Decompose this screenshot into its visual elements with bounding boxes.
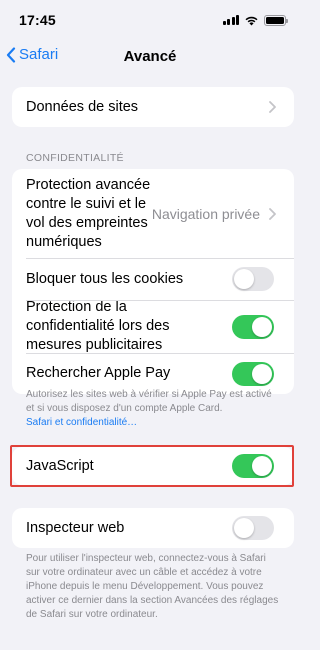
status-icons [222, 14, 288, 26]
web-inspector-row: Inspecteur web [12, 508, 294, 548]
page-title: Avancé [123, 48, 177, 65]
sites-data-row[interactable]: Données de sites [12, 87, 294, 127]
apple-pay-toggle[interactable] [232, 361, 274, 386]
wifi-icon [245, 16, 258, 25]
chevron-right-icon [269, 207, 276, 220]
ad-privacy-toggle[interactable] [232, 314, 274, 339]
block-cookies-toggle[interactable] [232, 267, 274, 291]
block-cookies-row: Bloquer tous les cookies [12, 258, 294, 300]
javascript-row: JavaScript [12, 447, 294, 485]
tracking-protection-label: Protection avancée contre le suivi et le… [26, 176, 151, 250]
apple-pay-footnote: Autorisez les sites web à vérifier si Ap… [26, 388, 282, 430]
ad-privacy-label: Protection de la confidentialité lors de… [26, 299, 170, 353]
sites-data-label: Données de sites [26, 98, 139, 115]
privacy-group: Protection avancée contre le suivi et le… [12, 169, 294, 394]
block-cookies-label: Bloquer tous les cookies [26, 270, 184, 287]
apple-pay-label: Rechercher Apple Pay [26, 365, 171, 381]
privacy-link[interactable]: Safari et confidentialité… [26, 416, 282, 430]
javascript-group: JavaScript [12, 447, 294, 485]
privacy-section-header: CONFIDENTIALITÉ [26, 152, 124, 164]
sites-data-group: Données de sites [12, 87, 294, 127]
cellular-signal-icon [222, 15, 239, 25]
web-inspector-toggle[interactable] [232, 516, 274, 540]
web-inspector-label: Inspecteur web [26, 519, 125, 536]
toggle-knob [252, 316, 272, 337]
web-inspector-footnote: Pour utiliser l'inspecteur web, connecte… [26, 553, 279, 620]
javascript-toggle[interactable] [232, 454, 274, 478]
toggle-knob [252, 456, 272, 476]
javascript-label: JavaScript [26, 457, 94, 474]
web-inspector-group: Inspecteur web [12, 508, 294, 548]
status-bar: 17:45 [0, 0, 300, 36]
toggle-knob [234, 269, 254, 289]
tracking-protection-row[interactable]: Protection avancée contre le suivi et le… [12, 169, 294, 258]
status-time: 17:45 [19, 12, 56, 28]
chevron-right-icon [269, 101, 276, 113]
navigation-bar: Safari Avancé [0, 40, 300, 74]
apple-pay-footnote-text: Autorisez les sites web à vérifier si Ap… [26, 389, 272, 414]
toggle-knob [252, 363, 272, 384]
tracking-protection-value: Navigation privée [151, 205, 260, 222]
ad-privacy-row: Protection de la confidentialité lors de… [12, 299, 294, 353]
battery-icon [264, 14, 288, 26]
toggle-knob [234, 518, 254, 538]
